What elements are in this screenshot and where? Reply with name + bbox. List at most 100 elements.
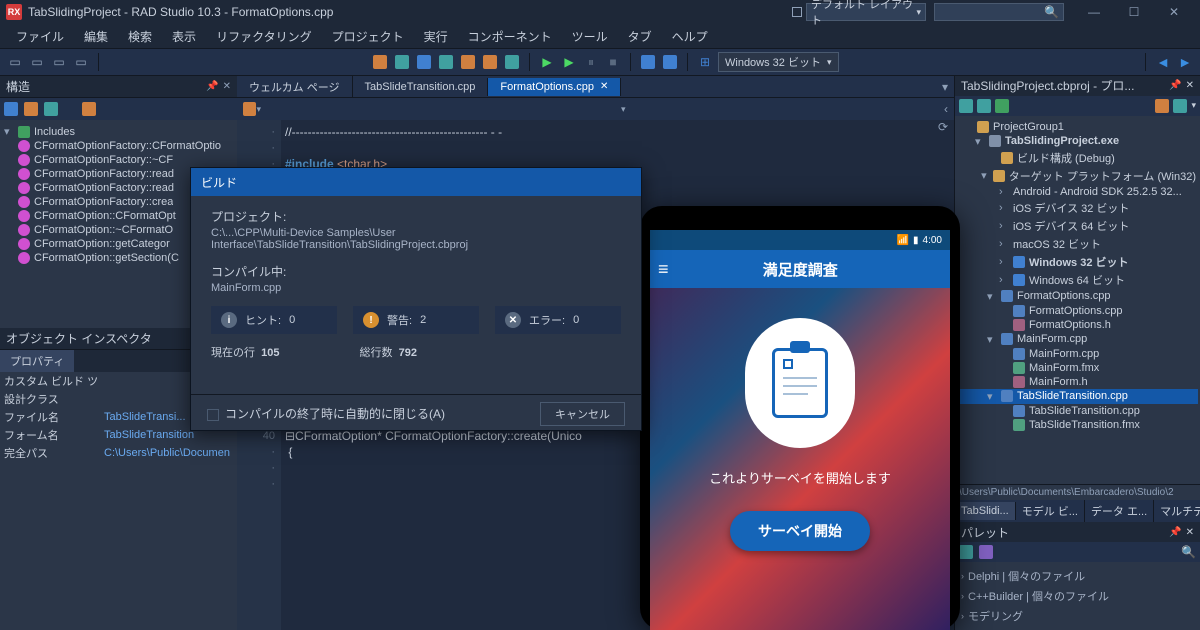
struct-tb-icon[interactable] (82, 102, 96, 116)
menu-ヘルプ[interactable]: ヘルプ (662, 25, 718, 48)
menu-ツール[interactable]: ツール (562, 25, 618, 48)
project-tree-row[interactable]: ›Windows 64 ビット (957, 271, 1198, 289)
menu-実行[interactable]: 実行 (414, 25, 458, 48)
ed-combo-icon[interactable]: ▾ (243, 100, 261, 118)
menu-リファクタリング[interactable]: リファクタリング (206, 25, 322, 48)
tb-icon-5[interactable] (459, 53, 477, 71)
autoclose-checkbox[interactable]: コンパイルの終了時に自動的に閉じる(A) (207, 405, 445, 422)
stop-button[interactable]: ■ (604, 53, 622, 71)
editor-tab[interactable]: FormatOptions.cpp ✕ (488, 78, 621, 96)
cancel-button[interactable]: キャンセル (540, 402, 625, 426)
tb-folder-icon[interactable] (371, 53, 389, 71)
project-tree-row[interactable]: ▾MainForm.cpp (957, 332, 1198, 347)
tree-row[interactable]: CFormatOptionFactory::CFormatOptio (2, 139, 235, 153)
nav-fwd-button[interactable]: ► (1176, 53, 1194, 71)
editor-tab[interactable]: TabSlideTransition.cpp (353, 78, 489, 96)
tb-icon-2[interactable] (393, 53, 411, 71)
pin-icon[interactable]: 📌 (1169, 527, 1181, 538)
panel-close-icon[interactable]: ✕ (223, 81, 231, 92)
tb-icon-7[interactable] (503, 53, 521, 71)
tb-save2-icon[interactable] (415, 53, 433, 71)
palette-tb-icon[interactable] (979, 545, 993, 559)
pin-icon[interactable]: 📌 (206, 81, 218, 92)
chevron-down-icon[interactable]: ▾ (936, 80, 954, 94)
property-row[interactable]: 完全パスC:\Users\Public\Documen (0, 444, 237, 462)
project-tree-row[interactable]: ›iOS デバイス 64 ビット (957, 217, 1198, 235)
project-tree-row[interactable]: TabSlideTransition.cpp (957, 404, 1198, 418)
pause-button[interactable]: ⏸ (582, 53, 600, 71)
pin-icon[interactable]: 📌 (1169, 80, 1181, 91)
project-tree-row[interactable]: ›macOS 32 ビット (957, 235, 1198, 253)
bottom-tab[interactable]: TabSlidi... (955, 502, 1016, 520)
project-tree-row[interactable]: ›iOS デバイス 32 ビット (957, 199, 1198, 217)
dock-icon[interactable] (792, 7, 802, 17)
tb-new-icon[interactable]: ▭ (6, 53, 24, 71)
project-tree-row[interactable]: MainForm.cpp (957, 347, 1198, 361)
run-button[interactable]: ▶ (538, 53, 556, 71)
palette-body[interactable]: › Delphi | 個々のファイル› C++Builder | 個々のファイル… (955, 562, 1200, 630)
tree-row[interactable]: ▾Includes (2, 124, 235, 139)
tb-icon-6[interactable] (481, 53, 499, 71)
platform-combo[interactable]: Windows 32 ビット ▾ (718, 52, 839, 72)
project-tree-row[interactable]: ▾TabSlideTransition.cpp (957, 389, 1198, 404)
menu-表示[interactable]: 表示 (162, 25, 206, 48)
proj-tb-icon[interactable] (1155, 99, 1169, 113)
survey-start-button[interactable]: サーベイ開始 (730, 511, 870, 551)
minimize-button[interactable]: — (1074, 0, 1114, 24)
palette-category[interactable]: › モデリング (961, 606, 1194, 626)
palette-category[interactable]: › Delphi | 個々のファイル (961, 566, 1194, 586)
search-icon[interactable]: 🔍 (1181, 545, 1196, 559)
proj-tb-icon[interactable] (959, 99, 973, 113)
bottom-tab[interactable]: マルチデ... (1154, 500, 1200, 522)
project-tree-row[interactable]: ›Android - Android SDK 25.2.5 32... (957, 185, 1198, 199)
project-tree-row[interactable]: ProjectGroup1 (957, 120, 1198, 134)
search-field[interactable]: 🔍 (934, 3, 1064, 21)
chevron-down-icon[interactable]: ▾ (621, 104, 626, 115)
nav-back-button[interactable]: ◄ (1154, 53, 1172, 71)
proj-tb-icon[interactable] (977, 99, 991, 113)
project-tree-row[interactable]: ›Windows 32 ビット (957, 253, 1198, 271)
struct-tb-icon[interactable] (44, 102, 58, 116)
layout-combo[interactable]: デフォルト レイアウト ▾ (806, 3, 926, 21)
menu-プロジェクト[interactable]: プロジェクト (322, 25, 414, 48)
struct-tb-icon[interactable] (24, 102, 38, 116)
close-button[interactable]: ✕ (1154, 0, 1194, 24)
project-tree-row[interactable]: TabSlideTransition.fmx (957, 418, 1198, 432)
project-tree-row[interactable]: MainForm.h (957, 375, 1198, 389)
palette-tb-icon[interactable] (959, 545, 973, 559)
tb-icon-4[interactable] (437, 53, 455, 71)
palette-category[interactable]: › C++Builder | 個々のファイル (961, 586, 1194, 606)
project-tree-row[interactable]: ▾ターゲット プラットフォーム (Win32) (957, 167, 1198, 185)
menu-検索[interactable]: 検索 (118, 25, 162, 48)
panel-close-icon[interactable]: ✕ (1186, 527, 1194, 538)
menu-編集[interactable]: 編集 (74, 25, 118, 48)
tb-saveall-icon[interactable]: ▭ (72, 53, 90, 71)
maximize-button[interactable]: ☐ (1114, 0, 1154, 24)
tab-close-icon[interactable]: ✕ (600, 81, 608, 92)
proj-tb-icon[interactable] (995, 99, 1009, 113)
menu-タブ[interactable]: タブ (618, 25, 662, 48)
project-tree-row[interactable]: MainForm.fmx (957, 361, 1198, 375)
ed-nav-prev[interactable]: ‹ (944, 102, 948, 116)
project-tree-row[interactable]: ビルド構成 (Debug) (957, 149, 1198, 167)
menu-ファイル[interactable]: ファイル (6, 25, 74, 48)
run-no-debug-button[interactable]: ▶ (560, 53, 578, 71)
tb-save-icon[interactable]: ▭ (50, 53, 68, 71)
step-icon[interactable] (639, 53, 657, 71)
ed-refresh-icon[interactable]: ⟳ (938, 120, 948, 134)
tb-open-icon[interactable]: ▭ (28, 53, 46, 71)
project-tree[interactable]: ProjectGroup1▾TabSlidingProject.exeビルド構成… (955, 116, 1200, 484)
project-tree-row[interactable]: ▾TabSlidingProject.exe (957, 134, 1198, 149)
project-tree-row[interactable]: ▾FormatOptions.cpp (957, 289, 1198, 304)
bottom-tab[interactable]: モデル ビ... (1016, 500, 1085, 522)
proj-tb-icon[interactable] (1173, 99, 1187, 113)
chevron-down-icon[interactable]: ▾ (1191, 100, 1196, 111)
bottom-tab[interactable]: データ エ... (1085, 500, 1154, 522)
tree-row[interactable]: CFormatOptionFactory::~CF (2, 153, 235, 167)
objinsp-tab-props[interactable]: プロパティ (0, 350, 74, 372)
menu-コンポーネント[interactable]: コンポーネント (458, 25, 562, 48)
project-tree-row[interactable]: FormatOptions.cpp (957, 304, 1198, 318)
panel-close-icon[interactable]: ✕ (1186, 80, 1194, 91)
project-tree-row[interactable]: FormatOptions.h (957, 318, 1198, 332)
struct-tb-icon[interactable] (4, 102, 18, 116)
